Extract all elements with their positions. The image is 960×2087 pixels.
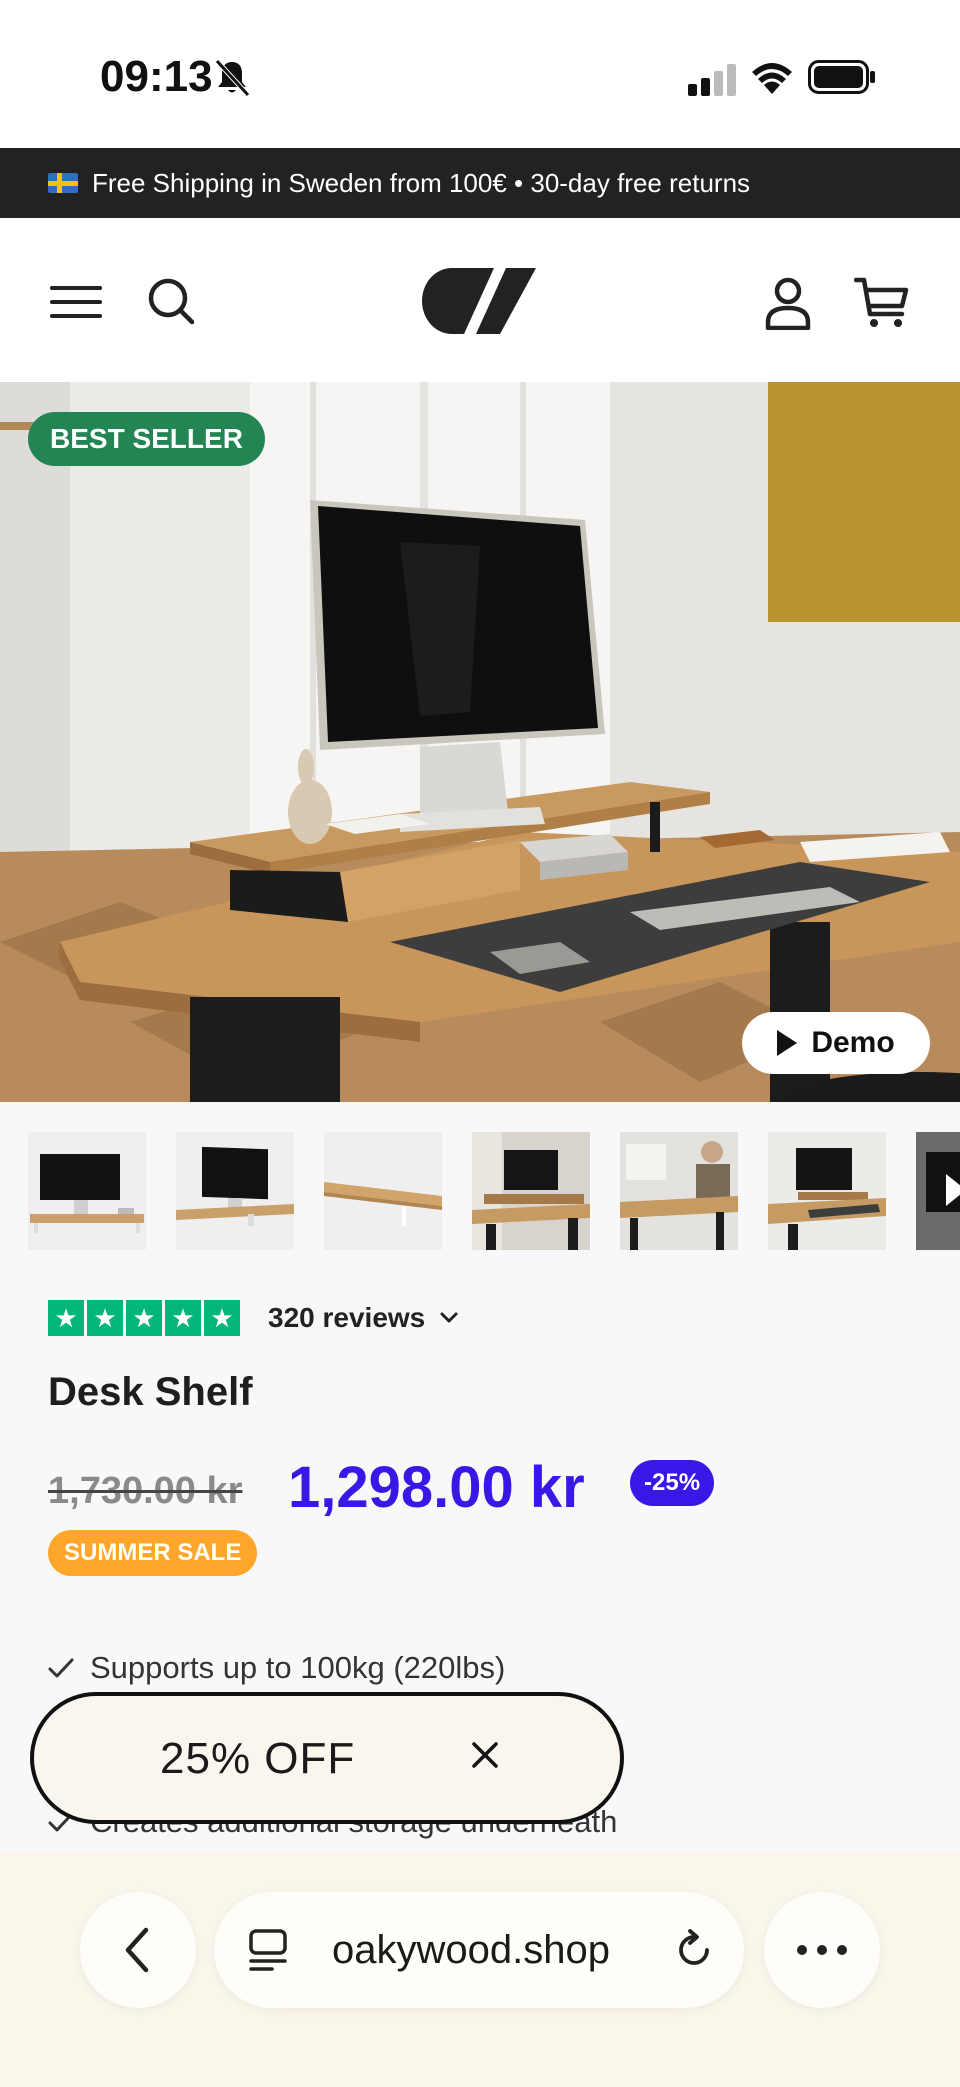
status-bar: 09:13 (0, 0, 960, 148)
thumbnail[interactable] (768, 1132, 886, 1250)
star-icon: ★ (204, 1300, 240, 1336)
thumbnail[interactable] (28, 1132, 146, 1250)
back-button[interactable] (80, 1892, 196, 2008)
feature-text: Supports up to 100kg (220lbs) (90, 1650, 506, 1685)
star-icon: ★ (126, 1300, 162, 1336)
reviews-link[interactable]: 320 reviews (268, 1300, 459, 1336)
thumbnail[interactable] (176, 1132, 294, 1250)
browser-toolbar: oakywood.shop (0, 1852, 960, 2087)
promo-banner: Free Shipping in Sweden from 100€ • 30-d… (0, 148, 960, 218)
thumbnail[interactable] (324, 1132, 442, 1250)
best-seller-badge: BEST SELLER (28, 412, 265, 466)
desk-scene-image (0, 382, 960, 1102)
wifi-icon (752, 63, 792, 94)
cart-icon[interactable] (854, 274, 910, 330)
status-time: 09:13 (100, 52, 213, 101)
play-icon (777, 1030, 798, 1056)
demo-button[interactable]: Demo (742, 1012, 930, 1074)
sale-price: 1,298.00 kr (288, 1455, 585, 1520)
trustpilot-stars[interactable]: ★ ★ ★ ★ ★ (48, 1300, 240, 1336)
demo-label: Demo (811, 1026, 895, 1059)
menu-icon[interactable] (48, 274, 104, 330)
star-icon: ★ (48, 1300, 84, 1336)
original-price: 1,730.00 kr (48, 1470, 243, 1512)
star-icon: ★ (87, 1300, 123, 1336)
summer-sale-tag: SUMMER SALE (48, 1530, 258, 1576)
reload-icon[interactable] (672, 1928, 716, 1972)
product-hero-image[interactable]: BEST SELLER Demo (0, 382, 960, 1102)
star-icon: ★ (165, 1300, 201, 1336)
search-icon[interactable] (144, 274, 200, 330)
more-options-button[interactable] (764, 1892, 880, 2008)
close-icon[interactable] (460, 1730, 510, 1780)
promo-text: Free Shipping in Sweden from 100€ • 30-d… (92, 167, 751, 198)
ellipsis-icon (797, 1945, 847, 1955)
thumbnail[interactable] (472, 1132, 590, 1250)
thumbnail-strip (0, 1102, 960, 1260)
account-icon[interactable] (760, 274, 816, 330)
discount-badge: -25% (630, 1460, 715, 1506)
reader-mode-icon[interactable] (248, 1928, 288, 1972)
chevron-down-icon (440, 1312, 458, 1323)
video-thumbnail[interactable] (916, 1132, 960, 1250)
chevron-left-icon (125, 1927, 149, 1973)
bell-off-icon (215, 59, 250, 97)
cellular-signal-icon (688, 64, 736, 96)
sweden-flag-icon (48, 173, 78, 193)
discount-popup[interactable]: 25% OFF (30, 1692, 624, 1824)
check-icon (48, 1658, 74, 1678)
thumbnail[interactable] (620, 1132, 738, 1250)
oakywood-logo[interactable] (422, 268, 536, 334)
feature-item: Supports up to 100kg (220lbs) (48, 1650, 505, 1686)
reviews-count: 320 reviews (268, 1302, 426, 1333)
battery-icon (808, 60, 875, 94)
address-bar[interactable]: oakywood.shop (214, 1892, 744, 2008)
popup-text: 25% OFF (160, 1734, 356, 1783)
product-title: Desk Shelf (48, 1370, 253, 1414)
site-header (0, 218, 960, 382)
url-text: oakywood.shop (332, 1928, 610, 1972)
